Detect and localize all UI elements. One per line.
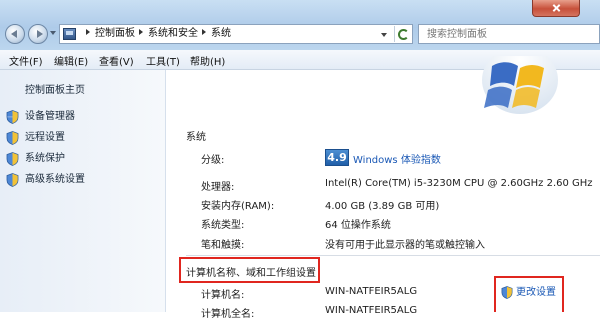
forward-button[interactable] — [28, 24, 48, 44]
back-arrow-icon — [11, 30, 17, 38]
sidebar-item-label: 设备管理器 — [25, 111, 75, 122]
computer-name-label: 计算机名: — [201, 290, 245, 301]
breadcrumb-system[interactable]: 系统 — [211, 28, 231, 39]
close-window-button[interactable] — [532, 0, 580, 17]
memory-value: 4.00 GB (3.89 GB 可用) — [325, 201, 440, 212]
breadcrumb: 控制面板 系统和安全 系统 — [82, 25, 231, 43]
back-button[interactable] — [5, 24, 25, 44]
experience-index-score[interactable]: 4.9 — [325, 149, 349, 166]
uac-shield-icon — [6, 131, 19, 145]
uac-shield-icon — [501, 286, 513, 299]
sidebar-item-label: 远程设置 — [25, 132, 65, 143]
system-type-value: 64 位操作系统 — [325, 220, 391, 231]
address-dropdown-icon[interactable] — [381, 33, 387, 37]
control-panel-icon — [63, 28, 76, 40]
breadcrumb-control-panel[interactable]: 控制面板 — [95, 28, 135, 39]
sidebar-item-device-manager[interactable]: 设备管理器 — [6, 109, 75, 125]
memory-label: 安装内存(RAM): — [201, 201, 275, 212]
section-divider — [186, 255, 600, 256]
pen-touch-value: 没有可用于此显示器的笔或触控输入 — [325, 240, 485, 251]
refresh-button[interactable] — [394, 26, 411, 42]
sidebar-home-link[interactable]: 控制面板主页 — [25, 81, 85, 96]
uac-shield-icon — [6, 110, 19, 124]
uac-shield-icon — [6, 173, 19, 187]
menu-edit[interactable]: 编辑(E) — [54, 53, 88, 68]
breadcrumb-system-security[interactable]: 系统和安全 — [148, 28, 198, 39]
processor-value: Intel(R) Core(TM) i5-3230M CPU @ 2.60GHz… — [325, 178, 593, 189]
forward-arrow-icon — [37, 30, 43, 38]
sidebar: 控制面板主页 设备管理器 远程设置 系统保护 高级系统设置 — [0, 70, 166, 312]
menu-tools[interactable]: 工具(T) — [146, 53, 180, 68]
sidebar-item-system-protection[interactable]: 系统保护 — [6, 151, 65, 167]
change-settings-link[interactable]: 更改设置 — [501, 285, 556, 301]
search-input[interactable] — [427, 27, 587, 41]
pen-touch-label: 笔和触摸: — [201, 240, 245, 251]
breadcrumb-separator-icon[interactable] — [86, 29, 90, 35]
menu-view[interactable]: 查看(V) — [99, 53, 134, 68]
change-settings-label: 更改设置 — [516, 287, 556, 298]
sidebar-item-label: 系统保护 — [25, 153, 65, 164]
full-computer-name-value: WIN-NATFEIR5ALG — [325, 305, 418, 316]
full-computer-name-label: 计算机全名: — [201, 309, 255, 320]
breadcrumb-separator-icon[interactable] — [202, 29, 206, 35]
menu-file[interactable]: 文件(F) — [9, 53, 43, 68]
system-section-heading: 系统 — [186, 132, 206, 143]
recent-pages-dropdown[interactable] — [50, 31, 56, 35]
windows-logo — [482, 56, 558, 114]
system-type-label: 系统类型: — [201, 220, 245, 231]
menu-help[interactable]: 帮助(H) — [190, 53, 225, 68]
experience-index-link[interactable]: Windows 体验指数 — [353, 151, 441, 166]
processor-label: 处理器: — [201, 182, 235, 193]
sidebar-item-advanced-settings[interactable]: 高级系统设置 — [6, 172, 85, 188]
uac-shield-icon — [6, 152, 19, 166]
window-titlebar: 控制面板 系统和安全 系统 — [0, 0, 600, 50]
rating-label: 分级: — [201, 155, 225, 166]
computer-section-heading: 计算机名称、域和工作组设置 — [186, 268, 316, 279]
breadcrumb-separator-icon[interactable] — [139, 29, 143, 35]
sidebar-item-remote-settings[interactable]: 远程设置 — [6, 130, 65, 146]
sidebar-item-label: 高级系统设置 — [25, 174, 85, 185]
search-box[interactable] — [418, 24, 600, 44]
address-bar[interactable]: 控制面板 系统和安全 系统 — [59, 24, 413, 44]
refresh-icon — [398, 29, 409, 40]
computer-name-value: WIN-NATFEIR5ALG — [325, 286, 418, 297]
